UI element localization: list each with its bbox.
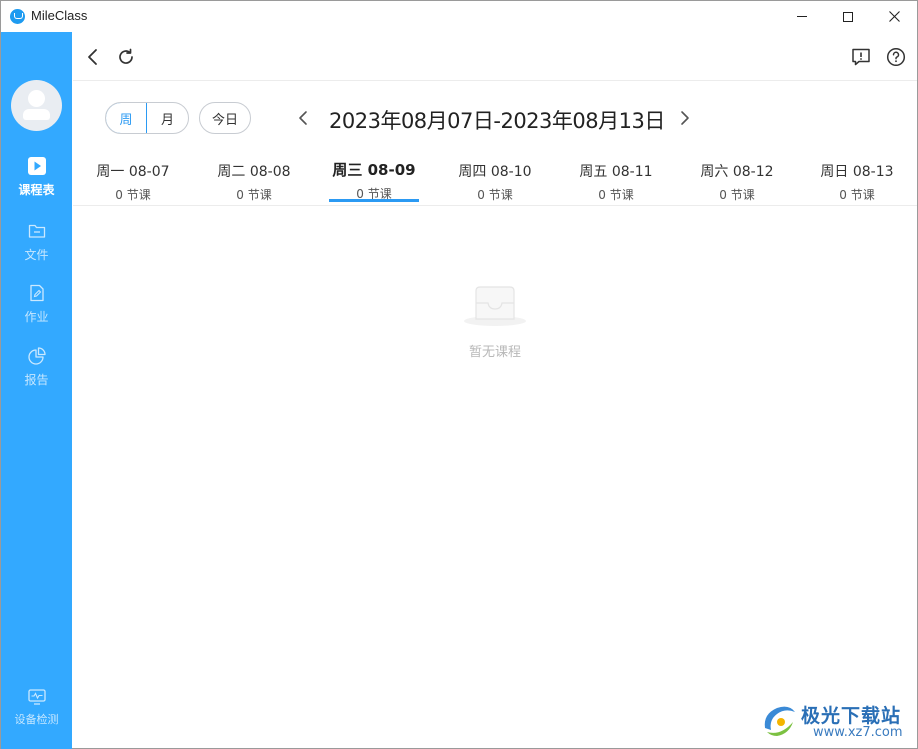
day-tab-label: 周二 08-08 [217, 164, 291, 180]
feedback-icon [852, 48, 870, 66]
help-button[interactable] [885, 46, 907, 68]
today-button[interactable]: 今日 [199, 102, 251, 134]
sidebar-item-report[interactable]: 报告 [1, 347, 72, 388]
date-range-title: 2023年08月07日-2023年08月13日 [329, 109, 665, 133]
tab-saturday[interactable]: 周六 08-12 0 节课 [677, 151, 797, 203]
day-tab-label: 周日 08-13 [820, 164, 894, 180]
tab-monday[interactable]: 周一 08-07 0 节课 [73, 151, 193, 203]
sidebar-item-device-check[interactable]: 设备检测 [1, 688, 72, 727]
watermark: 极光下载站 www.xz7.com [757, 698, 915, 746]
back-button[interactable] [82, 46, 104, 68]
minimize-icon [797, 16, 807, 17]
sidebar-item-homework[interactable]: 作业 [1, 284, 72, 325]
tab-friday[interactable]: 周五 08-11 0 节课 [556, 151, 676, 203]
minimize-button[interactable] [779, 1, 825, 32]
tab-wednesday[interactable]: 周三 08-09 0 节课 [314, 151, 434, 202]
previous-week-button[interactable] [293, 108, 313, 128]
day-tab-label: 周五 08-11 [579, 164, 653, 180]
day-tab-count: 0 节课 [719, 188, 755, 202]
help-icon [886, 47, 906, 67]
empty-state-text: 暂无课程 [468, 345, 521, 360]
empty-inbox-icon [464, 286, 526, 326]
top-toolbar [73, 32, 917, 81]
app-logo-icon [10, 9, 25, 24]
monitor-pulse-icon [27, 689, 46, 705]
refresh-icon [119, 48, 133, 64]
day-tab-label: 周六 08-12 [700, 164, 774, 180]
day-tab-count: 0 节课 [115, 188, 151, 202]
maximize-button[interactable] [825, 1, 871, 32]
avatar-icon [28, 90, 45, 107]
watermark-logo-icon [764, 706, 795, 736]
sidebar-item-label: 设备检测 [14, 713, 59, 726]
tab-thursday[interactable]: 周四 08-10 0 节课 [435, 151, 555, 203]
week-view-button[interactable]: 周 [106, 103, 148, 133]
day-tab-label: 周四 08-10 [458, 164, 532, 180]
day-tab-label: 周三 08-09 [332, 161, 416, 179]
play-square-icon [27, 157, 46, 175]
sidebar-item-label: 作业 [24, 310, 49, 324]
day-tab-count: 0 节课 [477, 188, 513, 202]
edit-document-icon [29, 284, 44, 302]
sidebar-item-files[interactable]: 文件 [1, 222, 72, 263]
day-tab-count: 0 节课 [598, 188, 634, 202]
view-mode-switch: 周 月 [105, 102, 189, 134]
refresh-button[interactable] [115, 46, 137, 68]
avatar[interactable] [11, 80, 62, 131]
sidebar-item-schedule[interactable]: 课程表 [1, 157, 72, 198]
pie-chart-icon [27, 347, 46, 365]
chevron-left-icon [299, 111, 307, 125]
app-window: MileClass 课程表 文件 作业 报告 设备检测 周 月 今日 2023年… [0, 0, 918, 749]
sidebar-item-label: 课程表 [18, 183, 55, 197]
day-tab-count: 0 节课 [236, 188, 272, 202]
month-view-button[interactable]: 月 [147, 103, 188, 133]
maximize-icon [843, 11, 853, 22]
sidebar-item-label: 文件 [24, 248, 49, 262]
day-tab-label: 周一 08-07 [96, 164, 170, 180]
active-tab-indicator [329, 199, 419, 202]
folder-icon [28, 224, 45, 238]
close-button[interactable] [871, 1, 917, 32]
close-icon [888, 11, 900, 22]
empty-state: 暂无课程 [431, 281, 559, 360]
tab-tuesday[interactable]: 周二 08-08 0 节课 [194, 151, 314, 203]
watermark-text: 极光下载站 [801, 705, 902, 727]
title-bar: MileClass [1, 1, 917, 32]
watermark-url: www.xz7.com [813, 725, 903, 740]
day-tab-count: 0 节课 [839, 188, 875, 202]
back-arrow-icon [88, 49, 97, 65]
tab-sunday[interactable]: 周日 08-13 0 节课 [797, 151, 917, 203]
feedback-button[interactable] [850, 46, 872, 68]
window-title: MileClass [31, 8, 88, 23]
day-tabs: 周一 08-07 0 节课 周二 08-08 0 节课 周三 08-09 0 节… [73, 151, 917, 206]
sidebar-item-label: 报告 [24, 373, 49, 387]
chevron-right-icon [681, 111, 689, 125]
sidebar: 课程表 文件 作业 报告 设备检测 [1, 32, 72, 749]
next-week-button[interactable] [675, 108, 695, 128]
